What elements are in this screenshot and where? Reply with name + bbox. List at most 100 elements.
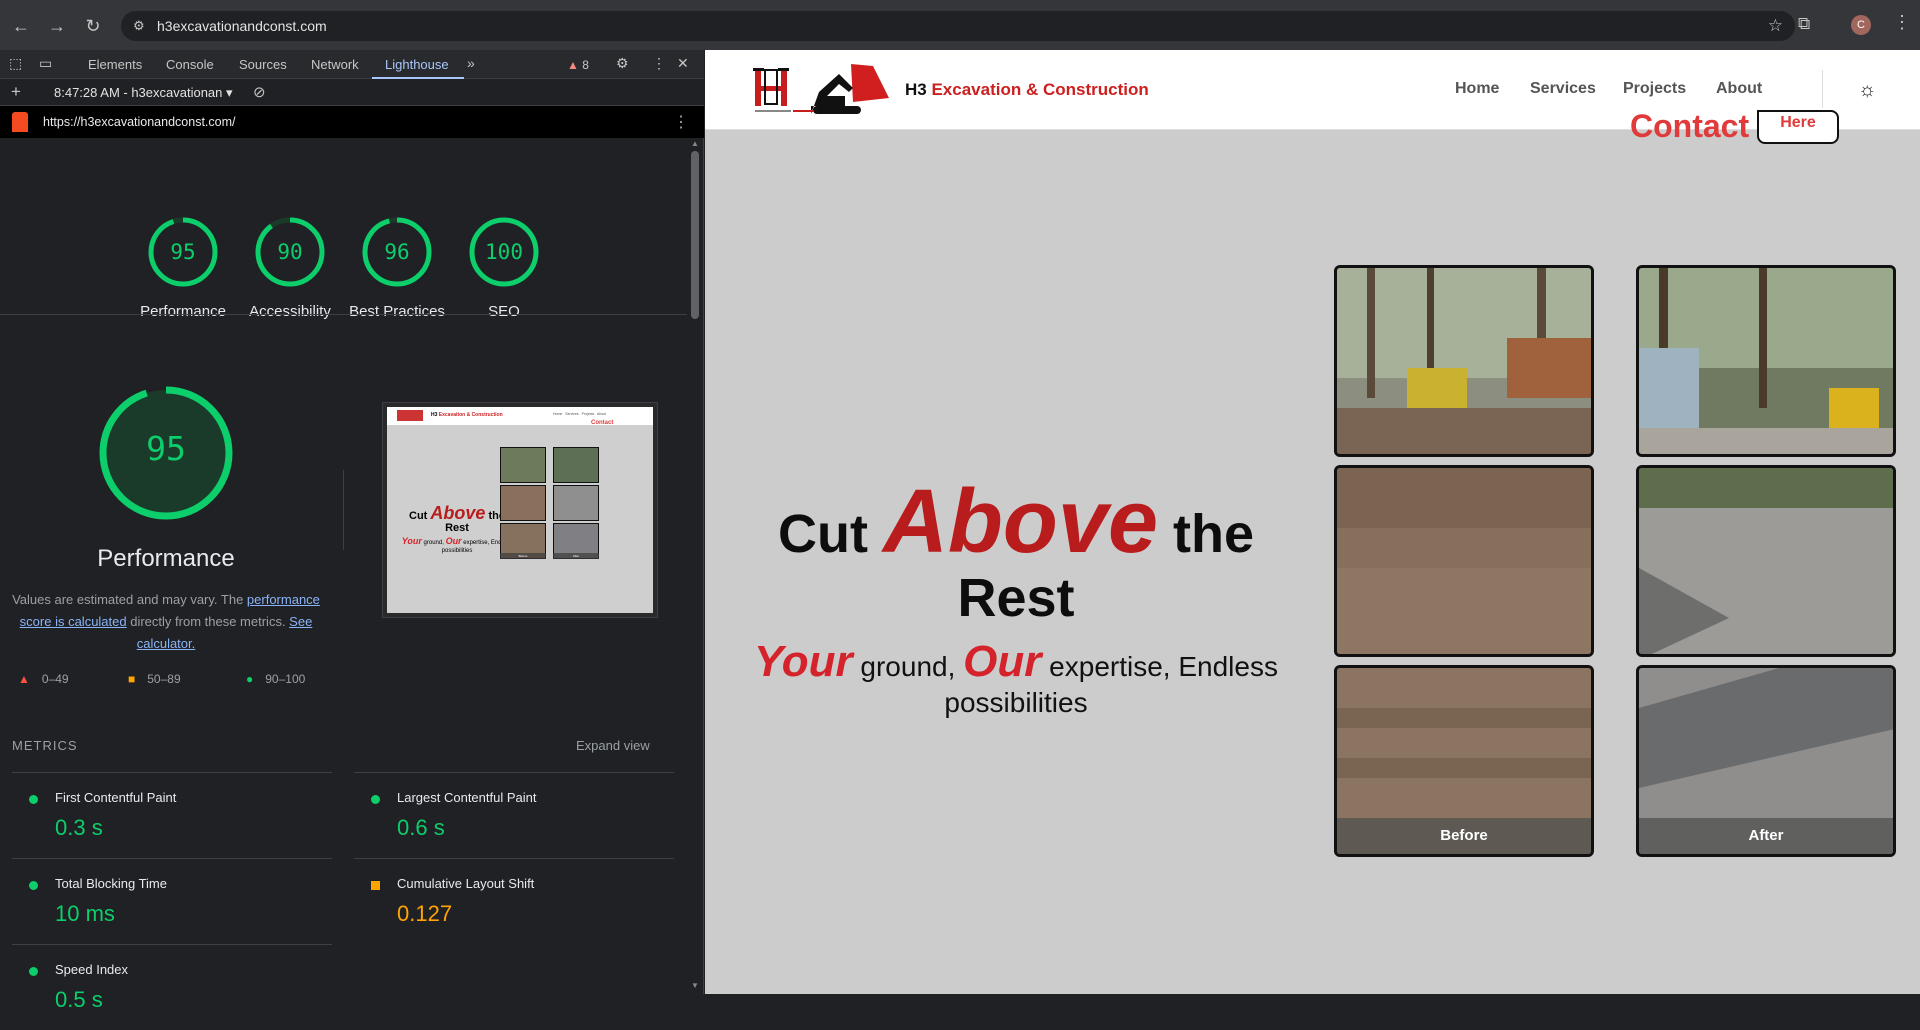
thumb-sub-our: Our (445, 536, 462, 546)
settings-gear-icon[interactable]: ⚙ (616, 55, 629, 72)
performance-score: 95 (146, 429, 186, 468)
score-gauge-best-practices[interactable]: 96 Best Practices (349, 216, 445, 323)
nav-services[interactable]: Services (1530, 80, 1596, 98)
address-bar[interactable]: ⚙ h3excavationandconst.com ☆ (121, 11, 1795, 41)
score-gauge-performance[interactable]: 95 Performance (140, 216, 226, 323)
website-viewport: H3 Excavation & Construction Home Servic… (705, 50, 1920, 994)
after-caption: After (1639, 818, 1893, 854)
before-photo-1[interactable] (1334, 265, 1594, 457)
metric-lcp-status-icon (371, 795, 380, 804)
brand-prefix: H3 (905, 80, 932, 99)
nav-about[interactable]: About (1716, 80, 1762, 98)
extensions-icon[interactable]: ⧉ (1798, 14, 1810, 34)
score-label: Accessibility (249, 303, 331, 320)
score-gauge-accessibility[interactable]: 90 Accessibility (249, 216, 331, 323)
contact-here-button[interactable]: Here (1757, 110, 1839, 144)
close-devtools-icon[interactable]: ✕ (677, 55, 689, 72)
legend-fail: ▲ 0–49 (18, 672, 69, 686)
address-url[interactable]: h3excavationandconst.com (157, 18, 327, 34)
forward-icon[interactable]: → (45, 14, 69, 38)
reload-icon[interactable]: ↻ (81, 14, 105, 38)
clear-reports-icon[interactable]: ⊘ (253, 83, 266, 101)
thumb-nav-services: Services (565, 412, 579, 416)
thumb-contact: Contact (591, 420, 614, 426)
warning-icon: ▲ (567, 58, 579, 72)
final-screenshot-thumbnail[interactable]: H3 Excavation & Construction Home Servic… (382, 402, 658, 618)
before-photo-3[interactable]: Before (1334, 665, 1594, 857)
site-brand[interactable]: H3 Excavation & Construction (905, 80, 1149, 100)
metric-lcp-name: Largest Contentful Paint (397, 790, 537, 805)
note-text-2: directly from these metrics. (126, 614, 290, 629)
hero-rest: Rest (957, 568, 1075, 628)
hero-our: Our (963, 637, 1042, 686)
vertical-divider (343, 470, 344, 550)
performance-note: Values are estimated and may vary. The p… (12, 589, 320, 655)
thumb-hero-rest: Rest (445, 522, 469, 534)
after-photo-2[interactable] (1636, 465, 1896, 657)
metric-fcp: First Contentful Paint 0.3 s (12, 772, 332, 858)
score-value: 100 (485, 240, 523, 264)
metric-fcp-value: 0.3 s (55, 815, 103, 840)
note-text-1: Values are estimated and may vary. The (12, 592, 247, 607)
thumb-nav: Home Services Projects About (553, 412, 606, 416)
metric-cls-value: 0.127 (397, 901, 453, 926)
nav-projects[interactable]: Projects (1623, 80, 1686, 98)
metric-lcp: Largest Contentful Paint 0.6 s (354, 772, 674, 858)
scroll-down-icon[interactable]: ▼ (691, 981, 699, 990)
nav-home[interactable]: Home (1455, 80, 1499, 98)
thumb-photo-3 (500, 485, 546, 521)
before-photo-2[interactable] (1334, 465, 1594, 657)
tab-sources[interactable]: Sources (239, 57, 287, 72)
thumb-nav-projects: Projects (581, 412, 595, 416)
metric-cls-status-icon (371, 881, 380, 890)
average-square-icon: ■ (128, 672, 136, 686)
report-tools-menu-icon[interactable]: ⋮ (673, 112, 689, 132)
report-scrollbar[interactable]: ▲ ▼ (688, 139, 702, 994)
tab-lighthouse[interactable]: Lighthouse (385, 57, 449, 72)
metric-si-name: Speed Index (55, 962, 129, 977)
brand-name: Excavation & Construction (931, 80, 1149, 99)
before-caption: Before (1337, 818, 1591, 854)
metric-cls: Cumulative Layout Shift 0.127 (354, 858, 674, 944)
report-url[interactable]: https://h3excavationandconst.com/ (43, 115, 235, 129)
metric-fcp-status-icon (29, 795, 38, 804)
new-report-icon[interactable]: + (11, 82, 21, 102)
site-logo[interactable] (753, 62, 891, 120)
browser-menu-icon[interactable]: ⋮ (1893, 12, 1911, 33)
thumb-photo-4 (553, 485, 599, 521)
legend-pass-label: 90–100 (265, 672, 306, 686)
hero-section: Cut Above the Rest Your ground, Our expe… (705, 477, 1327, 721)
score-gauge-seo[interactable]: 100 SEO (468, 216, 540, 323)
back-icon[interactable]: ← (9, 14, 33, 38)
thumb-photo-2 (553, 447, 599, 483)
tab-console[interactable]: Console (166, 57, 214, 72)
lighthouse-toolbar: + 8:47:28 AM - h3excavationan ▾ ⊘ (0, 79, 704, 106)
after-photo-1[interactable] (1636, 265, 1896, 457)
inspect-icon[interactable]: ⬚ (9, 55, 22, 72)
device-toggle-icon[interactable]: ▭ (39, 55, 52, 72)
bookmark-star-icon[interactable]: ☆ (1768, 16, 1783, 36)
metric-lcp-value: 0.6 s (397, 815, 445, 840)
hero-the: the (1158, 504, 1255, 564)
devtools-menu-icon[interactable]: ⋮ (652, 55, 666, 72)
expand-view-toggle[interactable]: Expand view (576, 738, 650, 753)
scroll-up-icon[interactable]: ▲ (691, 139, 699, 148)
site-info-icon[interactable]: ⚙ (133, 17, 151, 35)
scrollbar-thumb[interactable] (691, 151, 699, 319)
score-label: Performance (140, 303, 226, 320)
gauges-divider (0, 314, 687, 315)
more-tabs-icon[interactable]: » (467, 55, 475, 71)
contact-link[interactable]: Contact (1630, 108, 1749, 145)
report-select-label: 8:47:28 AM - h3excavationan (54, 85, 223, 100)
tab-network[interactable]: Network (311, 57, 359, 72)
after-photo-2-image (1639, 468, 1893, 654)
report-select[interactable]: 8:47:28 AM - h3excavationan ▾ (54, 85, 233, 101)
score-label: SEO (488, 303, 520, 320)
theme-toggle-sun-icon[interactable]: ☼ (1858, 79, 1876, 102)
profile-avatar[interactable]: C (1851, 15, 1871, 35)
after-photo-3[interactable]: After (1636, 665, 1896, 857)
tab-elements[interactable]: Elements (88, 57, 142, 72)
warnings-badge[interactable]: ▲ 8 (567, 58, 589, 72)
nav-separator (1822, 70, 1823, 108)
metrics-heading: METRICS (12, 738, 78, 753)
